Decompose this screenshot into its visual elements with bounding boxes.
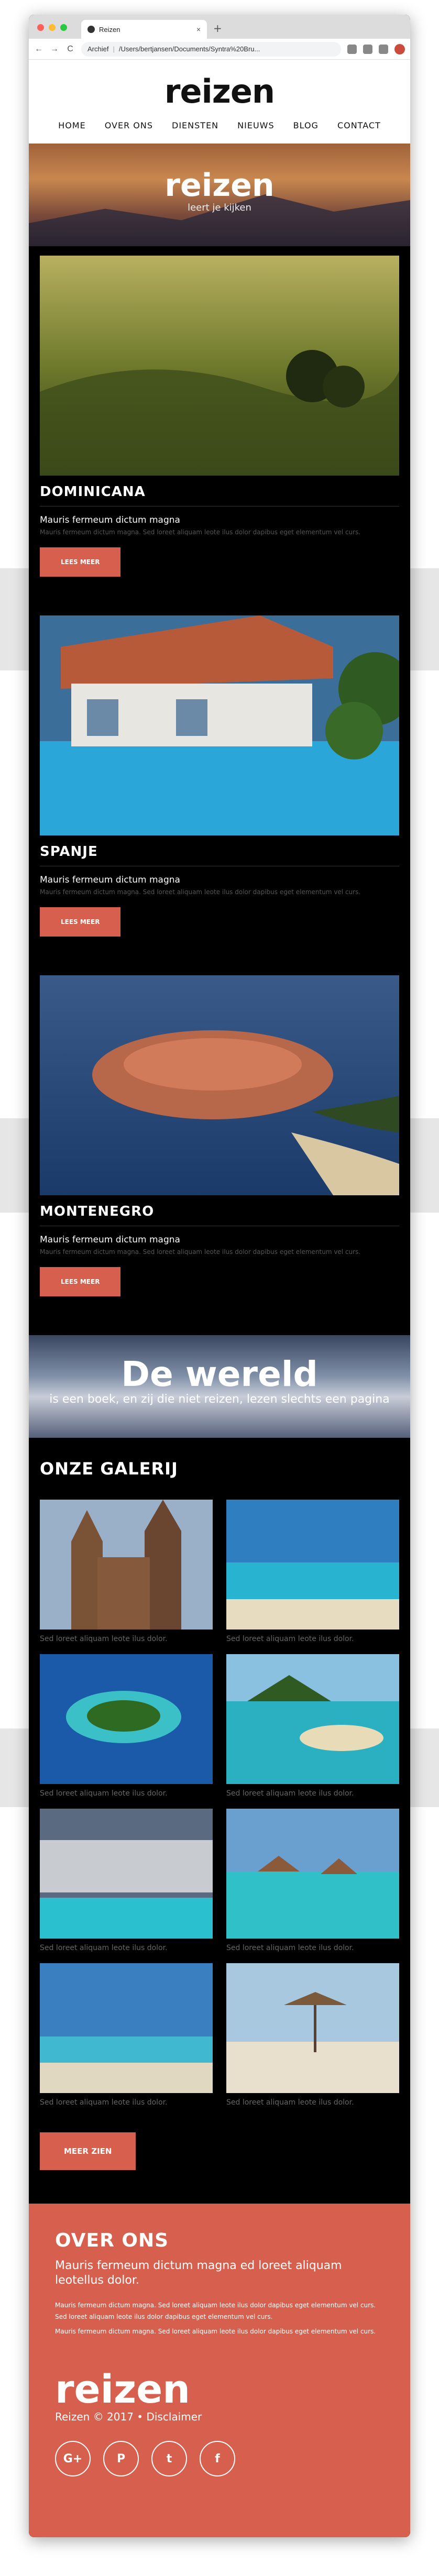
gallery-caption: Sed loreet aliquam leote ilus dolor. [226, 2098, 354, 2107]
url-path: /Users/bertjansen/Documents/Syntra%20Bru… [118, 45, 260, 53]
main-nav: HOME OVER ONS DIENSTEN NIEUWS BLOG CONTA… [29, 120, 410, 130]
gallery-caption: Sed loreet aliquam leote ilus dolor. [40, 1944, 168, 1952]
tab-close-icon[interactable]: × [196, 25, 201, 34]
facebook-icon[interactable]: f [200, 2441, 235, 2476]
quote-subtitle: is een boek, en zij die niet reizen, lez… [49, 1393, 390, 1406]
montenegro-image [40, 975, 399, 1195]
gallery-section: ONZE GALERIJ Sed loreet aliquam leote il… [29, 1438, 410, 2204]
quote-title: De wereld [121, 1354, 318, 1394]
nav-contact[interactable]: CONTACT [337, 120, 381, 130]
read-more-button[interactable]: LEES MEER [40, 907, 121, 937]
destination-title: DOMINICANA [40, 484, 399, 507]
gallery-item[interactable]: Sed loreet aliquam leote ilus dolor. [226, 1963, 399, 2118]
extensions-puzzle-icon[interactable] [379, 44, 388, 54]
ocean-shore-image [40, 1963, 213, 2093]
zoom-window-icon[interactable] [60, 24, 67, 31]
nav-home[interactable]: HOME [58, 120, 86, 130]
site-footer: OVER ONS Mauris fermeum dictum magna ed … [29, 2204, 410, 2537]
twitter-icon[interactable]: t [151, 2441, 187, 2476]
lagoon-image [226, 1654, 399, 1784]
spanje-image [40, 615, 399, 835]
destination-text: Mauris fermeum dictum magna. Sed loreet … [40, 1248, 361, 1256]
minimize-window-icon[interactable] [49, 24, 56, 31]
destination-heading: Mauris fermeum dictum magna [40, 1235, 180, 1245]
gallery-caption: Sed loreet aliquam leote ilus dolor. [40, 1635, 168, 1643]
destination-title: MONTENEGRO [40, 1204, 399, 1226]
bookmark-star-icon[interactable] [363, 44, 372, 54]
nav-blog[interactable]: BLOG [293, 120, 319, 130]
destination-card: SPANJE Mauris fermeum dictum magna Mauri… [29, 615, 410, 975]
gallery-caption: Sed loreet aliquam leote ilus dolor. [226, 1944, 354, 1952]
destination-heading: Mauris fermeum dictum magna [40, 875, 180, 885]
share-icon[interactable] [347, 44, 357, 54]
beach-umbrella-image [226, 1963, 399, 2093]
footer-paragraph: Mauris fermeum dictum magna. Sed loreet … [55, 2302, 376, 2320]
gallery-item[interactable]: Sed loreet aliquam leote ilus dolor. [226, 1809, 399, 1963]
new-tab-button[interactable]: + [213, 22, 222, 35]
hero-subtitle: leert je kijken [188, 202, 251, 213]
gallery-caption: Sed loreet aliquam leote ilus dolor. [40, 2098, 168, 2107]
footer-title: OVER ONS [55, 2230, 169, 2251]
reload-icon[interactable]: C [65, 45, 75, 54]
gallery-grid: Sed loreet aliquam leote ilus dolor. Sed… [40, 1500, 399, 2118]
destination-card: DOMINICANA Mauris fermeum dictum magna M… [29, 246, 410, 615]
read-more-button[interactable]: LEES MEER [40, 1267, 121, 1296]
island-aerial-image [40, 1654, 213, 1784]
footer-copyright: Reizen © 2017 • Disclaimer [55, 2410, 202, 2423]
gallery-item[interactable]: Sed loreet aliquam leote ilus dolor. [40, 1500, 213, 1654]
address-bar[interactable]: Archief | /Users/bertjansen/Documents/Sy… [81, 41, 341, 57]
nav-over-ons[interactable]: OVER ONS [105, 120, 153, 130]
tab-title: Reizen [99, 25, 120, 34]
footer-paragraph: Mauris fermeum dictum magna. Sed loreet … [55, 2328, 376, 2335]
beach-waves-image [226, 1500, 399, 1630]
destination-text: Mauris fermeum dictum magna. Sed loreet … [40, 888, 361, 896]
browser-tab[interactable]: Reizen × [81, 20, 207, 39]
browser-titlebar: Reizen × + [29, 15, 410, 39]
gallery-item[interactable]: Sed loreet aliquam leote ilus dolor. [226, 1654, 399, 1809]
gallery-item[interactable]: Sed loreet aliquam leote ilus dolor. [40, 1809, 213, 1963]
hero-banner: reizen leert je kijken [29, 144, 410, 246]
url-label: Archief [87, 45, 109, 53]
footer-logo[interactable]: reizen [55, 2369, 384, 2410]
nav-diensten[interactable]: DIENSTEN [172, 120, 218, 130]
gallery-caption: Sed loreet aliquam leote ilus dolor. [226, 1789, 354, 1798]
gallery-item[interactable]: Sed loreet aliquam leote ilus dolor. [40, 1963, 213, 2118]
social-links: G+ P t f [55, 2441, 384, 2476]
browser-window: Reizen × + ← → C Archief | /Users/bertja… [29, 15, 410, 2537]
hero-title: reizen [164, 167, 275, 204]
water-bungalows-image [226, 1809, 399, 1939]
destination-card: MONTENEGRO Mauris fermeum dictum magna M… [29, 975, 410, 1335]
destination-title: SPANJE [40, 844, 399, 866]
close-window-icon[interactable] [37, 24, 44, 31]
see-more-button[interactable]: MEER ZIEN [40, 2132, 136, 2170]
destination-text: Mauris fermeum dictum magna. Sed loreet … [40, 529, 361, 536]
gallery-item[interactable]: Sed loreet aliquam leote ilus dolor. [40, 1654, 213, 1809]
dominicana-image [40, 256, 399, 476]
profile-avatar[interactable] [394, 43, 405, 54]
browser-toolbar: ← → C Archief | /Users/bertjansen/Docume… [29, 39, 410, 60]
cathedral-image [40, 1500, 213, 1630]
gallery-title: ONZE GALERIJ [40, 1459, 178, 1479]
quote-banner: De wereld is een boek, en zij die niet r… [29, 1335, 410, 1438]
footer-lead: Mauris fermeum dictum magna ed loreet al… [55, 2259, 342, 2287]
site-header: reizen HOME OVER ONS DIENSTEN NIEUWS BLO… [29, 60, 410, 144]
gallery-item[interactable]: Sed loreet aliquam leote ilus dolor. [226, 1500, 399, 1654]
pinterest-icon[interactable]: P [103, 2441, 139, 2476]
favicon-icon [87, 26, 95, 33]
forward-arrow-icon[interactable]: → [50, 45, 59, 54]
gallery-caption: Sed loreet aliquam leote ilus dolor. [226, 1635, 354, 1643]
nav-nieuws[interactable]: NIEUWS [237, 120, 274, 130]
url-separator: | [113, 45, 115, 53]
site-logo[interactable]: reizen [29, 60, 410, 110]
destination-heading: Mauris fermeum dictum magna [40, 515, 180, 525]
back-arrow-icon[interactable]: ← [34, 45, 43, 54]
read-more-button[interactable]: LEES MEER [40, 547, 121, 577]
gallery-caption: Sed loreet aliquam leote ilus dolor. [40, 1789, 168, 1798]
google-plus-icon[interactable]: G+ [55, 2441, 91, 2476]
hotel-pool-image [40, 1809, 213, 1939]
